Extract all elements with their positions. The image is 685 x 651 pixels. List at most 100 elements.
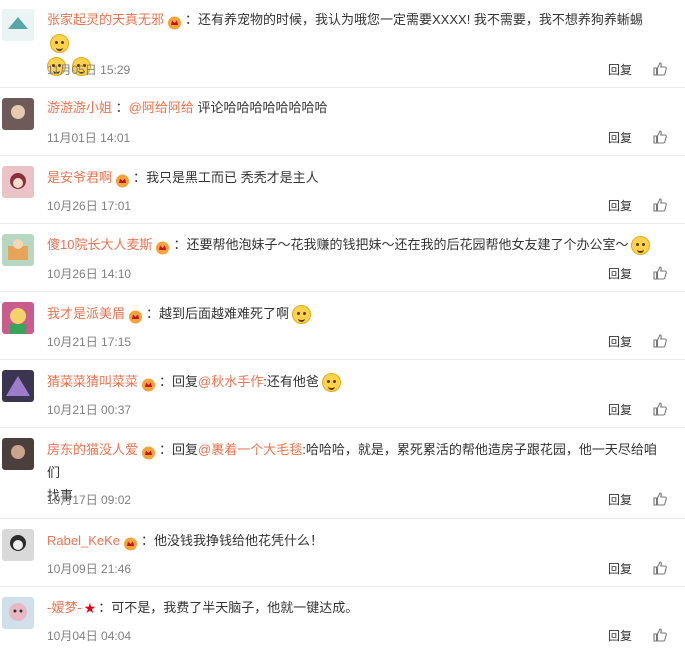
username-link[interactable]: 傻10院长大人麦斯 <box>47 237 152 252</box>
avatar-image <box>2 98 34 130</box>
comment-text: ：越到后面越难难死了啊 <box>146 306 290 321</box>
vip-crown-icon <box>141 376 156 392</box>
comment-row: 是安爷君啊 ：我只是黑工而已 秃秃才是主人 10月26日 17:01 回复 <box>0 156 685 224</box>
thumbs-up-icon[interactable] <box>652 560 668 576</box>
comment-date: 10月26日 17:01 <box>47 199 132 213</box>
thumbs-up-icon[interactable] <box>652 61 668 77</box>
comment-date: 10月21日 00:37 <box>47 403 132 417</box>
vip-crown-icon <box>115 172 130 188</box>
avatar[interactable] <box>2 597 34 629</box>
thumbs-up-icon[interactable] <box>652 333 668 349</box>
username-link[interactable]: -嫒梦- <box>47 600 82 615</box>
comment-text: ：回复 <box>159 442 199 457</box>
avatar[interactable] <box>2 529 34 561</box>
comment-date: 11月05日 15:29 <box>47 63 131 77</box>
smiley-emoji-icon <box>321 373 341 393</box>
reply-button[interactable]: 回复 <box>608 491 632 508</box>
comment-text: ：他没钱我挣钱给他花凭什么！ <box>141 533 324 548</box>
vip-crown-icon <box>167 14 182 30</box>
reply-button[interactable]: 回复 <box>608 129 632 146</box>
reply-button[interactable]: 回复 <box>608 61 632 78</box>
comment-text: ：回复 <box>159 374 199 389</box>
reply-button[interactable]: 回复 <box>608 560 632 577</box>
comment-text: ：可不是，我费了半天脑子，他就一键达成。 <box>98 600 359 615</box>
avatar-image <box>2 234 34 266</box>
username-link[interactable]: 我才是派美眉 <box>47 306 125 321</box>
smiley-emoji-icon <box>292 305 312 325</box>
comment-row: 游游游小姐 ：@阿给阿给 评论哈哈哈哈哈哈哈哈 11月01日 14:01 回复 <box>0 88 685 156</box>
avatar[interactable] <box>2 370 34 402</box>
comment-content: 房东的猫没人爱 ：回复@裹着一个大毛毯:哈哈哈，就是，累死累活的帮他造房子跟花园，… <box>47 438 667 507</box>
thumbs-up-icon[interactable] <box>652 491 668 507</box>
reply-button[interactable]: 回复 <box>608 265 632 282</box>
comment-text: :还有他爸 <box>263 374 319 389</box>
mention-link[interactable]: @裹着一个大毛毯 <box>198 442 302 457</box>
vip-crown-icon <box>155 239 170 255</box>
comment-text: ：还有养宠物的时候，我认为哦您一定需要XXXX! 我不需要，我不想养狗养蜥蜴 <box>185 12 643 27</box>
comment-colon: ： <box>112 100 129 115</box>
thumbs-up-icon[interactable] <box>652 265 668 281</box>
username-link[interactable]: 游游游小姐 <box>47 100 112 115</box>
reply-button[interactable]: 回复 <box>608 333 632 350</box>
avatar-image <box>2 438 34 470</box>
comment-content: 傻10院长大人麦斯 ：还要帮他泡妹子～花我赚的钱把妹～还在我的后花园帮他女友建了个… <box>47 233 667 256</box>
avatar[interactable] <box>2 438 34 470</box>
username-link[interactable]: 猜菜菜猜叫菜菜 <box>47 374 138 389</box>
username-link[interactable]: 房东的猫没人爱 <box>47 442 138 457</box>
vip-crown-icon <box>128 308 143 324</box>
thumbs-up-icon[interactable] <box>652 627 668 643</box>
comment-content: 我才是派美眉 ：越到后面越难难死了啊 <box>47 302 667 325</box>
avatar[interactable] <box>2 302 34 334</box>
red-star-icon: ★ <box>83 600 97 617</box>
reply-button[interactable]: 回复 <box>608 197 632 214</box>
avatar-image <box>2 9 34 41</box>
avatar-image <box>2 597 34 629</box>
comment-row: 猜菜菜猜叫菜菜 ：回复@秋水手作:还有他爸 10月21日 00:37 回复 <box>0 360 685 428</box>
avatar[interactable] <box>2 9 34 41</box>
reply-button[interactable]: 回复 <box>608 401 632 418</box>
comment-row: 傻10院长大人麦斯 ：还要帮他泡妹子～花我赚的钱把妹～还在我的后花园帮他女友建了个… <box>0 224 685 292</box>
username-link[interactable]: Rabel_KeKe <box>47 533 120 548</box>
comment-date: 10月21日 17:15 <box>47 335 132 349</box>
comment-date: 10月04日 04:04 <box>47 629 132 643</box>
avatar[interactable] <box>2 98 34 130</box>
comment-text: :哈哈哈，就是，累死累活的帮他造房子跟花园，他一天尽给咱们 <box>47 442 657 480</box>
smiley-emoji-icon <box>631 236 651 256</box>
reply-button[interactable]: 回复 <box>608 627 632 644</box>
comment-content: 张家起灵的天真无邪 ：还有养宠物的时候，我认为哦您一定需要XXXX! 我不需要，我… <box>47 8 667 77</box>
comment-content: 游游游小姐 ：@阿给阿给 评论哈哈哈哈哈哈哈哈 <box>47 96 667 119</box>
comment-content: 是安爷君啊 ：我只是黑工而已 秃秃才是主人 <box>47 166 667 189</box>
comment-row: 张家起灵的天真无邪 ：还有养宠物的时候，我认为哦您一定需要XXXX! 我不需要，我… <box>0 0 685 88</box>
comment-text: ：还要帮他泡妹子～花我赚的钱把妹～还在我的后花园帮他女友建了个办公室～ <box>173 237 629 252</box>
comment-content: -嫒梦- ★ ：可不是，我费了半天脑子，他就一键达成。 <box>47 596 667 620</box>
username-link[interactable]: 张家起灵的天真无邪 <box>47 12 164 27</box>
smiley-emoji-icon <box>50 34 69 54</box>
vip-crown-icon <box>123 535 138 551</box>
avatar-image <box>2 166 34 198</box>
avatar-image <box>2 370 34 402</box>
comment-date: 10月09日 21:46 <box>47 562 132 576</box>
thumbs-up-icon[interactable] <box>652 129 668 145</box>
comment-row: 房东的猫没人爱 ：回复@裹着一个大毛毯:哈哈哈，就是，累死累活的帮他造房子跟花园，… <box>0 428 685 519</box>
comment-content: Rabel_KeKe ：他没钱我挣钱给他花凭什么！ <box>47 529 667 552</box>
comment-row: -嫒梦- ★ ：可不是，我费了半天脑子，他就一键达成。 10月04日 04:04 回… <box>0 587 685 651</box>
comment-text: ：我只是黑工而已 秃秃才是主人 <box>133 170 319 185</box>
comment-text: 评论哈哈哈哈哈哈哈哈 <box>193 100 328 115</box>
comment-row: Rabel_KeKe ：他没钱我挣钱给他花凭什么！ 10月09日 21:46 回复 <box>0 519 685 587</box>
avatar[interactable] <box>2 166 34 198</box>
vip-crown-icon <box>141 444 156 460</box>
comment-date: 10月17日 09:02 <box>47 493 132 507</box>
mention-link[interactable]: @秋水手作 <box>198 374 263 389</box>
avatar-image <box>2 529 34 561</box>
comment-date: 10月26日 14:10 <box>47 267 132 281</box>
mention-link[interactable]: @阿给阿给 <box>129 100 194 115</box>
comment-content: 猜菜菜猜叫菜菜 ：回复@秋水手作:还有他爸 <box>47 370 667 393</box>
comment-list: 张家起灵的天真无邪 ：还有养宠物的时候，我认为哦您一定需要XXXX! 我不需要，我… <box>0 0 685 651</box>
comment-row: 我才是派美眉 ：越到后面越难难死了啊 10月21日 17:15 回复 <box>0 292 685 360</box>
username-link[interactable]: 是安爷君啊 <box>47 170 112 185</box>
avatar[interactable] <box>2 234 34 266</box>
thumbs-up-icon[interactable] <box>652 197 668 213</box>
avatar-image <box>2 302 34 334</box>
thumbs-up-icon[interactable] <box>652 401 668 417</box>
comment-date: 11月01日 14:01 <box>47 131 131 145</box>
